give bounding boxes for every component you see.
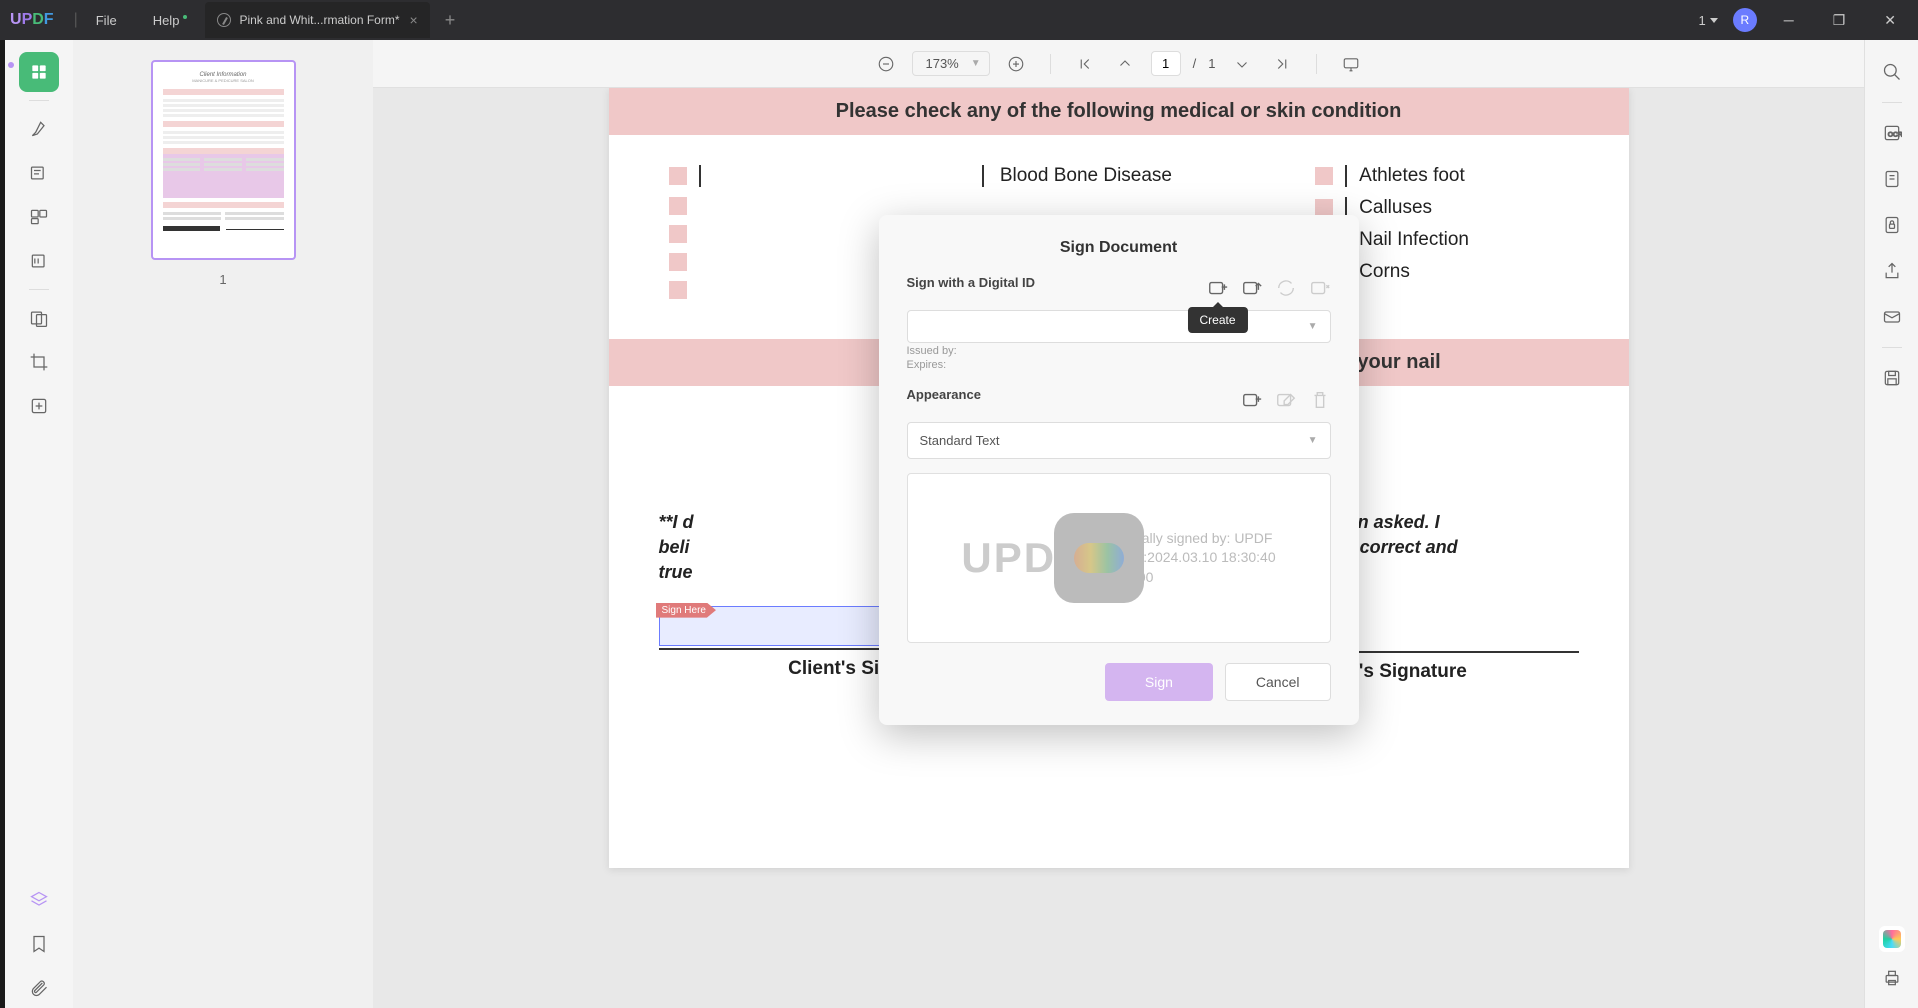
notification-dot — [183, 15, 187, 19]
crop-button[interactable] — [19, 342, 59, 382]
ai-icon — [1883, 930, 1901, 948]
modal-title: Sign Document — [907, 239, 1331, 257]
titlebar: UPDF | File Help Pink and Whit...rmation… — [0, 0, 1918, 40]
thumbnails-button[interactable] — [19, 52, 59, 92]
appearance-value: Standard Text — [920, 433, 1000, 448]
share-button[interactable] — [1872, 251, 1912, 291]
thumbnail-panel: Client Information MANICURE & PEDICURE S… — [73, 40, 373, 1008]
left-sidebar — [5, 40, 73, 1008]
modal-overlay: Sign Document Sign with a Digital ID Cre… — [373, 40, 1864, 1008]
create-id-icon[interactable]: Create — [1207, 277, 1229, 299]
issued-by-label: Issued by: — [907, 345, 1331, 357]
import-id-icon[interactable] — [1241, 277, 1263, 299]
menu-help-label: Help — [153, 13, 180, 28]
dropdown-arrow-icon: ▼ — [1308, 321, 1318, 332]
document-area: 173% ▼ / 1 — [373, 40, 1864, 1008]
appearance-select[interactable]: Standard Text ▼ — [907, 422, 1331, 459]
thumbnail-page-number: 1 — [219, 272, 226, 287]
app-logo: UPDF — [10, 11, 54, 29]
sign-document-modal: Sign Document Sign with a Digital ID Cre… — [879, 215, 1359, 725]
tab-close-icon[interactable]: × — [410, 12, 418, 28]
indicator-dot — [8, 62, 14, 68]
divider — [1882, 102, 1902, 103]
edit-appearance-icon — [1275, 389, 1297, 411]
email-button[interactable] — [1872, 297, 1912, 337]
digital-id-select[interactable]: ▼ — [907, 310, 1331, 343]
highlight-button[interactable] — [19, 109, 59, 149]
cancel-button[interactable]: Cancel — [1225, 663, 1331, 701]
attachment-button[interactable] — [19, 968, 59, 1008]
right-sidebar: OCR — [1864, 40, 1918, 1008]
redact-button[interactable] — [19, 298, 59, 338]
minimize-button[interactable]: ─ — [1772, 12, 1806, 28]
organize-button[interactable] — [19, 197, 59, 237]
print-button[interactable] — [1872, 958, 1912, 998]
edit-text-button[interactable] — [19, 153, 59, 193]
svg-text:OCR: OCR — [1887, 131, 1901, 138]
delete-id-icon — [1309, 277, 1331, 299]
menu-help[interactable]: Help — [135, 13, 198, 28]
expires-label: Expires: — [907, 359, 1331, 371]
digital-id-label: Sign with a Digital ID — [907, 275, 1036, 290]
layers-button[interactable] — [19, 880, 59, 920]
preview-icon — [1054, 513, 1144, 603]
divider — [1882, 347, 1902, 348]
tab-count-value: 1 — [1699, 13, 1706, 28]
ocr-button[interactable]: OCR — [1872, 113, 1912, 153]
compress-button[interactable] — [19, 386, 59, 426]
create-tooltip: Create — [1187, 307, 1247, 333]
appearance-label: Appearance — [907, 387, 981, 402]
bookmark-button[interactable] — [19, 924, 59, 964]
sign-button[interactable]: Sign — [1105, 663, 1213, 701]
tab-title: Pink and Whit...rmation Form* — [239, 13, 399, 27]
maximize-button[interactable]: ❐ — [1821, 12, 1858, 29]
ai-assistant-button[interactable] — [1879, 926, 1905, 952]
menu-file[interactable]: File — [78, 13, 135, 28]
dropdown-arrow-icon: ▼ — [1308, 435, 1318, 446]
search-button[interactable] — [1872, 52, 1912, 92]
refresh-id-icon — [1275, 277, 1297, 299]
protect-button[interactable] — [1872, 205, 1912, 245]
thumb-subtitle: MANICURE & PEDICURE SALON — [163, 78, 284, 83]
form-button[interactable] — [19, 241, 59, 281]
tab-count-dropdown[interactable]: 1 — [1699, 13, 1718, 28]
chevron-down-icon — [1710, 18, 1718, 23]
delete-appearance-icon — [1309, 389, 1331, 411]
user-avatar[interactable]: R — [1733, 8, 1757, 32]
save-button[interactable] — [1872, 358, 1912, 398]
tab-edit-icon — [217, 13, 231, 27]
new-tab-button[interactable]: + — [430, 10, 471, 31]
page-thumbnail-1[interactable]: Client Information MANICURE & PEDICURE S… — [151, 60, 296, 260]
close-button[interactable]: ✕ — [1872, 12, 1908, 29]
divider — [29, 289, 49, 290]
signature-preview: UPDF Digitally signed by: UPDF Date:2024… — [907, 473, 1331, 643]
divider — [29, 100, 49, 101]
add-appearance-icon[interactable] — [1241, 389, 1263, 411]
document-tab[interactable]: Pink and Whit...rmation Form* × — [205, 2, 429, 38]
convert-button[interactable] — [1872, 159, 1912, 199]
